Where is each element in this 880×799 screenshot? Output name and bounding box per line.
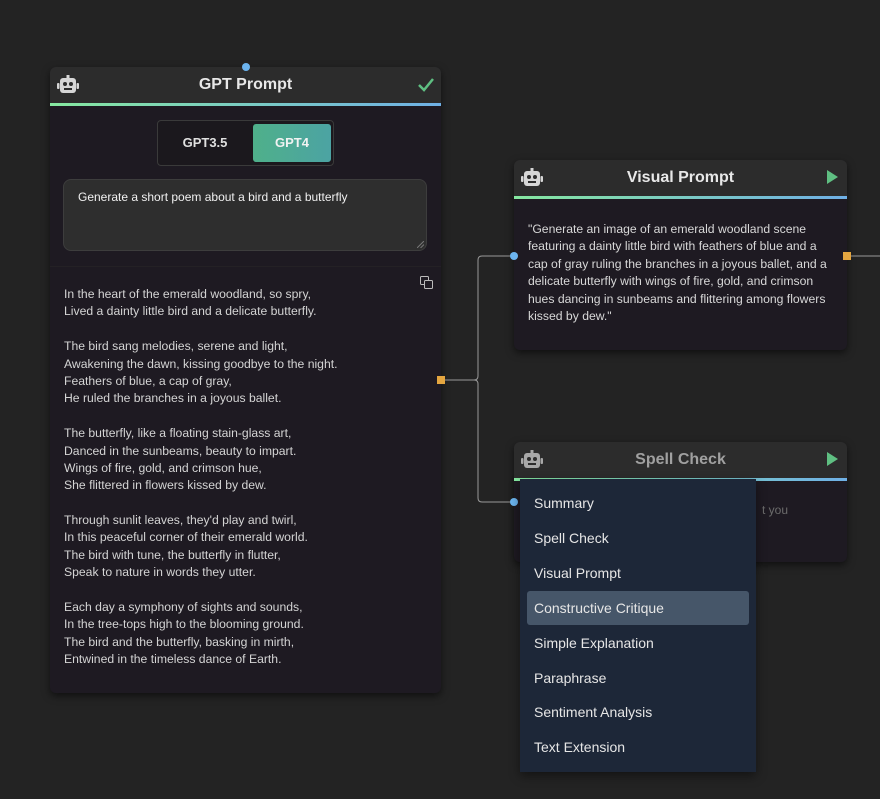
output-divider [50, 266, 441, 267]
poem-blank-line [64, 582, 424, 599]
visual-prompt-node[interactable]: Visual Prompt "Generate an image of an e… [514, 160, 847, 350]
spell-input-handle[interactable] [510, 498, 518, 506]
poem-line: In this peaceful corner of their emerald… [64, 530, 308, 545]
model-toggle: GPT3.5 GPT4 [157, 120, 334, 166]
play-icon[interactable] [823, 450, 841, 468]
visual-node-header[interactable]: Visual Prompt [514, 160, 847, 199]
dropdown-item-text-extension[interactable]: Text Extension [527, 730, 749, 764]
dropdown-item-sentiment-analysis[interactable]: Sentiment Analysis [527, 695, 749, 729]
prompt-input[interactable]: Generate a short poem about a bird and a… [63, 179, 427, 251]
poem-line: The bird with tune, the butterfly in flu… [64, 547, 281, 562]
resize-grip-icon[interactable] [417, 241, 424, 248]
poem-blank-line [64, 495, 424, 512]
gpt-node-title: GPT Prompt [198, 76, 293, 93]
gpt-output-handle[interactable] [437, 376, 445, 384]
visual-input-handle[interactable] [510, 252, 518, 260]
check-icon [418, 78, 434, 92]
dropdown-item-visual-prompt[interactable]: Visual Prompt [527, 556, 749, 590]
node-type-dropdown: Summary Spell Check Visual Prompt Construct… [520, 479, 756, 772]
dropdown-item-constructive-critique[interactable]: Constructive Critique [527, 590, 749, 625]
model-option-gpt35[interactable]: GPT3.5 [160, 124, 250, 162]
gpt-input-handle[interactable] [242, 63, 250, 71]
poem-line: Awakening the dawn, kissing goodbye to t… [64, 356, 338, 371]
gpt-prompt-node[interactable]: GPT Prompt GPT3.5 GPT4 Generate a short … [50, 67, 441, 693]
poem-line: Wings of fire, gold, and crimson hue, [64, 460, 262, 475]
poem-line: Lived a dainty little bird and a delicat… [64, 304, 317, 319]
visual-output-handle[interactable] [843, 252, 851, 260]
poem-blank-line [64, 408, 424, 425]
poem-line: Entwined in the timeless dance of Earth. [64, 652, 282, 667]
dropdown-item-spell-check[interactable]: Spell Check [527, 521, 749, 555]
poem-line: The bird and the butterfly, basking in m… [64, 634, 295, 649]
edge-gpt-to-visual [441, 255, 514, 381]
poem-line: She flittered in flowers kissed by dew. [64, 478, 267, 493]
spell-check-body-text: t you [762, 503, 789, 517]
spell-node-title: Spell Check [635, 451, 726, 468]
poem-line: Each day a symphony of sights and sounds… [64, 600, 303, 615]
poem-line: In the tree-tops high to the blooming gr… [64, 617, 304, 632]
poem-line: Danced in the sunbeams, beauty to impart… [64, 443, 297, 458]
gpt-node-header[interactable]: GPT Prompt [50, 67, 441, 106]
play-icon[interactable] [823, 168, 841, 186]
spell-node-header[interactable]: Spell Check [514, 442, 847, 481]
model-option-gpt4[interactable]: GPT4 [253, 124, 331, 162]
poem-line: He ruled the branches in a joyous ballet… [64, 391, 282, 406]
poem-line: Through sunlit leaves, they'd play and t… [64, 513, 297, 528]
visual-prompt-text: "Generate an image of an emerald woodlan… [528, 222, 827, 324]
poem-line: Feathers of blue, a cap of gray, [64, 373, 232, 388]
visual-node-title: Visual Prompt [626, 169, 735, 186]
poem-line: In the heart of the emerald woodland, so… [64, 287, 312, 301]
poem-line: Speak to nature in words they utter. [64, 565, 256, 580]
dropdown-item-paraphrase[interactable]: Paraphrase [527, 661, 749, 695]
gpt-output-text: In the heart of the emerald woodland, so… [64, 286, 424, 669]
prompt-text: Generate a short poem about a bird and a… [78, 190, 348, 204]
dropdown-item-simple-explanation[interactable]: Simple Explanation [527, 626, 749, 660]
edge-gpt-to-spellcheck [441, 379, 514, 503]
dropdown-item-summary[interactable]: Summary [527, 486, 749, 520]
poem-line: The bird sang melodies, serene and light… [64, 339, 288, 354]
poem-blank-line [64, 321, 424, 338]
poem-line: The butterfly, like a floating stain-gla… [64, 426, 292, 441]
